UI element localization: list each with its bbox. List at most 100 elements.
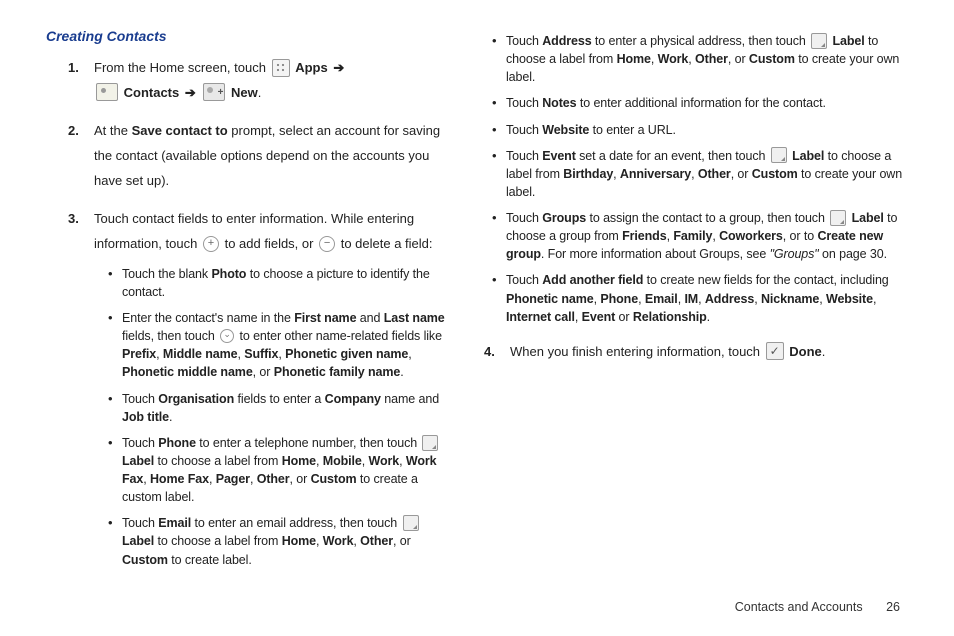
manual-page: Creating Contacts 1. From the Home scree… <box>0 0 954 583</box>
done-label: Done <box>789 344 822 359</box>
bold: Add another field <box>542 273 643 287</box>
text: . <box>258 85 262 100</box>
text: , <box>250 472 257 486</box>
bold: Phonetic given name <box>285 347 408 361</box>
text: and <box>356 311 383 325</box>
text: Touch <box>506 149 542 163</box>
bold: Label <box>852 211 884 225</box>
sub-bullets: Touch the blank Photo to choose a pictur… <box>108 265 452 569</box>
text: to enter additional information for the … <box>576 96 825 110</box>
bold: Other <box>257 472 290 486</box>
bold: Email <box>158 516 191 530</box>
arrow-icon: ➔ <box>333 56 344 81</box>
bold: Home <box>617 52 651 66</box>
step-number: 3. <box>68 207 79 232</box>
label-icon <box>830 210 846 226</box>
footer-section: Contacts and Accounts <box>735 600 863 614</box>
label-icon <box>811 33 827 49</box>
bold: Prefix <box>122 347 156 361</box>
bold: Custom <box>752 167 798 181</box>
text: , <box>316 534 323 548</box>
bold: Address <box>705 292 754 306</box>
text: to choose a label from <box>154 454 282 468</box>
list-item: Touch the blank Photo to choose a pictur… <box>108 265 452 301</box>
text: , <box>638 292 645 306</box>
bold: Middle name <box>163 347 238 361</box>
done-icon <box>766 342 784 360</box>
bold: Coworkers <box>719 229 783 243</box>
text: . <box>822 344 826 359</box>
text: fields to enter a <box>234 392 325 406</box>
list-item: Touch Add another field to create new fi… <box>492 271 904 325</box>
text: Touch <box>506 211 542 225</box>
text: Enter the contact's name in the <box>122 311 294 325</box>
text: to enter other name-related fields like <box>239 329 441 343</box>
text: Touch <box>506 123 542 137</box>
text: Touch <box>122 392 158 406</box>
list-item: Touch Groups to assign the contact to a … <box>492 209 904 263</box>
contacts-label: Contacts <box>124 85 180 100</box>
bold: Photo <box>211 267 246 281</box>
text: . <box>707 310 710 324</box>
text: to delete a field: <box>341 236 433 251</box>
bold: Groups <box>542 211 586 225</box>
right-bullets: Touch Address to enter a physical addres… <box>492 32 904 326</box>
text: , <box>819 292 826 306</box>
bold: Pager <box>216 472 250 486</box>
text: , <box>873 292 876 306</box>
section-heading: Creating Contacts <box>46 28 452 44</box>
text: , <box>698 292 705 306</box>
label-icon <box>422 435 438 451</box>
bold: Label <box>122 534 154 548</box>
bold: Notes <box>542 96 576 110</box>
new-contact-icon <box>203 83 225 101</box>
text: . For more information about Groups, see <box>541 247 770 261</box>
step-number: 2. <box>68 119 79 144</box>
bold: Custom <box>311 472 357 486</box>
bold: Home Fax <box>150 472 209 486</box>
step-number: 1. <box>68 56 79 81</box>
text: to enter an email address, then touch <box>191 516 400 530</box>
text: to enter a physical address, then touch <box>592 34 810 48</box>
text: , <box>613 167 620 181</box>
text: . <box>400 365 403 379</box>
new-label: New <box>231 85 258 100</box>
bold: Suffix <box>244 347 278 361</box>
bold: Work <box>658 52 689 66</box>
text: , or <box>731 167 752 181</box>
text: on page 30. <box>819 247 887 261</box>
left-column: Creating Contacts 1. From the Home scree… <box>40 28 452 583</box>
apps-icon <box>272 59 290 77</box>
text: From the Home screen, touch <box>94 60 270 75</box>
label-icon <box>771 147 787 163</box>
bold: Work <box>323 534 354 548</box>
steps-list: 1. From the Home screen, touch Apps ➔ Co… <box>68 56 452 569</box>
text: fields, then touch <box>122 329 218 343</box>
step-4: 4. When you finish entering information,… <box>484 340 904 365</box>
text: , <box>209 472 216 486</box>
step-3: 3. Touch contact fields to enter informa… <box>68 207 452 568</box>
bold: Company <box>325 392 381 406</box>
list-item: Touch Event set a date for an event, the… <box>492 147 904 201</box>
expand-icon <box>220 329 234 343</box>
arrow-icon: ➔ <box>185 81 196 106</box>
bold: IM <box>684 292 698 306</box>
list-item: Touch Phone to enter a telephone number,… <box>108 434 452 507</box>
text: Touch <box>506 34 542 48</box>
text: Touch <box>122 436 158 450</box>
text: , <box>362 454 369 468</box>
bold: Custom <box>749 52 795 66</box>
bold: Job title <box>122 410 169 424</box>
bold: Phonetic family name <box>274 365 401 379</box>
bold: Work <box>369 454 400 468</box>
bold: Event <box>542 149 576 163</box>
text: set a date for an event, then touch <box>576 149 769 163</box>
text: , <box>408 347 411 361</box>
text: , or <box>290 472 311 486</box>
delete-field-icon <box>319 236 335 252</box>
bold: Event <box>582 310 616 324</box>
text: , or to <box>783 229 818 243</box>
bold: Phonetic middle name <box>122 365 253 379</box>
bold: Save contact to <box>132 123 228 138</box>
bold: Friends <box>622 229 666 243</box>
